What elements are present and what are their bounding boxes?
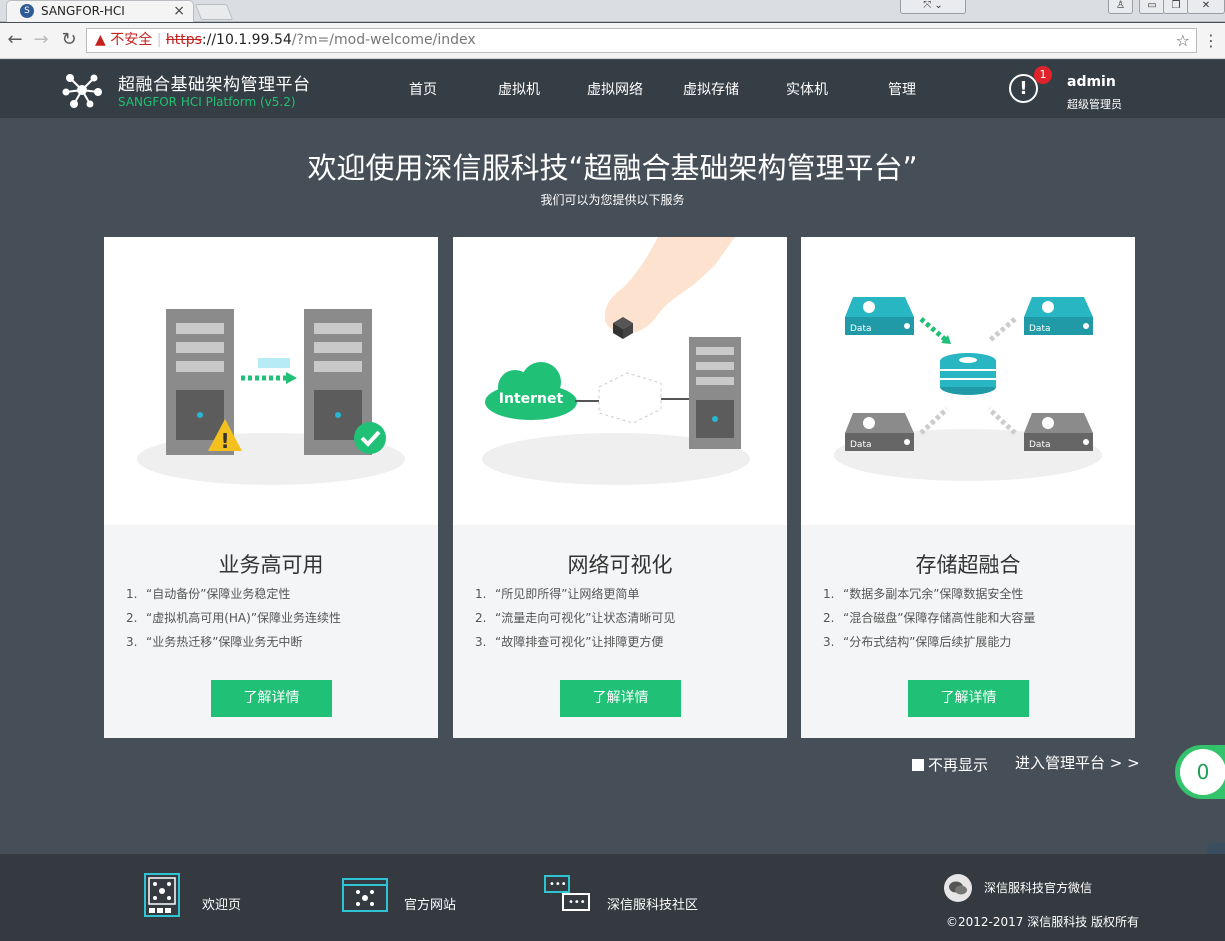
sangfor-logo-icon bbox=[62, 74, 102, 108]
feature-card-storage-convergence: Data Data Data Data 存储超融合 1. “数据多副本冗余”保障数… bbox=[801, 237, 1135, 738]
welcome-title: 欢迎使用深信服科技“超融合基础架构管理平台” bbox=[307, 151, 918, 185]
app-header: 超融合基础架构管理平台 SANGFOR HCI Platform (v5.2) … bbox=[0, 60, 1225, 118]
footer-link-official-site[interactable]: 官方网站 bbox=[404, 894, 456, 913]
nav-management[interactable]: 管理 bbox=[862, 79, 942, 99]
user-profile-icon[interactable]: ♙ bbox=[1108, 0, 1133, 14]
list-item: 1. “数据多副本冗余”保障数据安全性 bbox=[823, 587, 1024, 601]
browser-toolbar: ← → ↻ ▲ 不安全 | https://10.1.99.54/?m=/mod… bbox=[0, 23, 1225, 59]
learn-more-button[interactable]: 了解详情 bbox=[211, 680, 332, 717]
new-tab-button[interactable] bbox=[194, 4, 234, 20]
list-item: 1. “自动备份”保障业务稳定性 bbox=[126, 587, 291, 601]
disk-label: Data bbox=[850, 324, 872, 334]
svg-text:•••: ••• bbox=[568, 897, 586, 908]
nav-home[interactable]: 首页 bbox=[383, 79, 463, 99]
nav-physical-host[interactable]: 实体机 bbox=[767, 79, 847, 99]
footer-link-community[interactable]: 深信服科技社区 bbox=[607, 894, 698, 913]
welcome-subtitle: 我们可以为您提供以下服务 bbox=[540, 193, 685, 207]
feature-list: 1. “所见即所得”让网络更简单 2. “流量走向可视化”让状态清晰可见 3. “故障… bbox=[475, 587, 675, 659]
nav-vm[interactable]: 虚拟机 bbox=[479, 79, 559, 99]
user-role: 超级管理员 bbox=[1067, 98, 1122, 111]
floating-widget-counter: 0 bbox=[1180, 749, 1225, 795]
bookmark-star-icon[interactable]: ☆ bbox=[1176, 29, 1190, 52]
app-title: 超融合基础架构管理平台 bbox=[118, 75, 311, 95]
official-website-icon[interactable] bbox=[342, 878, 388, 912]
app-subtitle: SANGFOR HCI Platform (v5.2) bbox=[118, 95, 296, 109]
security-label: 不安全 bbox=[110, 32, 153, 48]
feature-list: 1. “数据多副本冗余”保障数据安全性 2. “混合磁盘”保障存储高性能和大容量 3… bbox=[823, 587, 1035, 659]
sangfor-favicon-icon: S bbox=[20, 4, 34, 18]
feature-card-network-visualization: Internet 网络可视化 1. “所见即所得”让网络更简单 2. “流量走向可视… bbox=[453, 237, 787, 738]
disk-label: Data bbox=[1029, 324, 1051, 334]
welcome-page-icon[interactable] bbox=[143, 872, 183, 918]
high-availability-illustration: ! bbox=[104, 237, 438, 525]
address-bar[interactable]: ▲ 不安全 | https://10.1.99.54/?m=/mod-welco… bbox=[86, 28, 1197, 53]
back-arrow-icon[interactable]: ← bbox=[6, 30, 24, 50]
alert-icon[interactable]: ! bbox=[1009, 74, 1038, 103]
dont-show-again-checkbox[interactable] bbox=[912, 759, 924, 771]
username[interactable]: admin bbox=[1067, 74, 1116, 90]
list-item: 2. “混合磁盘”保障存储高性能和大容量 bbox=[823, 611, 1036, 625]
list-item: 2. “虚拟机高可用(HA)”保障业务连续性 bbox=[126, 611, 342, 625]
disk-label: Data bbox=[850, 440, 872, 450]
window-close-icon[interactable]: ✕ bbox=[1187, 0, 1225, 14]
url-host: ://10.1.99.54 bbox=[201, 32, 292, 48]
disk-label: Data bbox=[1029, 440, 1051, 450]
list-item: 3. “故障排查可视化”让排障更方便 bbox=[475, 635, 664, 649]
internet-label: Internet bbox=[499, 391, 564, 407]
nav-virtual-network[interactable]: 虚拟网络 bbox=[575, 79, 655, 99]
alert-count-badge: 1 bbox=[1034, 66, 1052, 84]
reload-icon[interactable]: ↻ bbox=[60, 30, 78, 50]
storage-convergence-illustration: Data Data Data Data bbox=[801, 237, 1135, 525]
tab-title: SANGFOR-HCI bbox=[41, 4, 125, 18]
community-chat-icon[interactable]: ••• ••• bbox=[543, 874, 591, 916]
nav-virtual-storage[interactable]: 虚拟存储 bbox=[671, 79, 751, 99]
svg-text:•••: ••• bbox=[549, 879, 567, 890]
restore-icon[interactable]: ❐ bbox=[1163, 0, 1189, 14]
card-title: 存储超融合 bbox=[915, 553, 1021, 577]
card-title: 网络可视化 bbox=[567, 553, 673, 577]
dont-show-again[interactable]: 不再显示 bbox=[912, 754, 988, 775]
network-visualization-illustration: Internet bbox=[453, 237, 787, 525]
url-protocol: https bbox=[165, 32, 202, 48]
list-item: 1. “所见即所得”让网络更简单 bbox=[475, 587, 640, 601]
list-item: 3. “分布式结构”保障后续扩展能力 bbox=[823, 635, 1012, 649]
dont-show-again-label: 不再显示 bbox=[928, 756, 989, 774]
security-warning-icon: ▲ bbox=[95, 32, 106, 48]
browser-menu-icon[interactable]: ⋮ bbox=[1203, 31, 1219, 50]
learn-more-button[interactable]: 了解详情 bbox=[908, 680, 1029, 717]
wechat-icon[interactable] bbox=[944, 874, 972, 902]
feature-card-high-availability: ! 业务高可用 1. “自动备份”保障业务稳定性 2. “虚拟机高可用(HA)”保障… bbox=[104, 237, 438, 738]
forward-arrow-icon[interactable]: → bbox=[32, 30, 50, 50]
card-title: 业务高可用 bbox=[218, 553, 324, 577]
enter-platform-link[interactable]: 进入管理平台 > > bbox=[1015, 752, 1140, 773]
window-profile-control[interactable]: ⤧ ⌄ bbox=[900, 0, 966, 14]
list-item: 3. “业务热迁移”保障业务无中断 bbox=[126, 635, 303, 649]
feature-list: 1. “自动备份”保障业务稳定性 2. “虚拟机高可用(HA)”保障业务连续性 3.… bbox=[126, 587, 341, 659]
browser-tab-strip: S SANGFOR-HCI × ⤧ ⌄ ♙ ▭ ❐ ✕ bbox=[0, 0, 1225, 22]
svg-text:!: ! bbox=[220, 429, 229, 453]
minimize-icon[interactable]: ▭ bbox=[1139, 0, 1165, 14]
footer-link-welcome[interactable]: 欢迎页 bbox=[202, 894, 241, 913]
floating-widget[interactable]: 0 bbox=[1175, 745, 1225, 799]
url-path: /?m=/mod-welcome/index bbox=[291, 32, 476, 48]
wechat-label[interactable]: 深信服科技官方微信 bbox=[984, 879, 1092, 896]
list-item: 2. “流量走向可视化”让状态清晰可见 bbox=[475, 611, 676, 625]
learn-more-button[interactable]: 了解详情 bbox=[560, 680, 681, 717]
browser-tab[interactable]: S SANGFOR-HCI × bbox=[6, 0, 194, 22]
tab-close-icon[interactable]: × bbox=[173, 3, 185, 19]
copyright-text: ©2012-2017 深信服科技 版权所有 bbox=[946, 915, 1140, 929]
